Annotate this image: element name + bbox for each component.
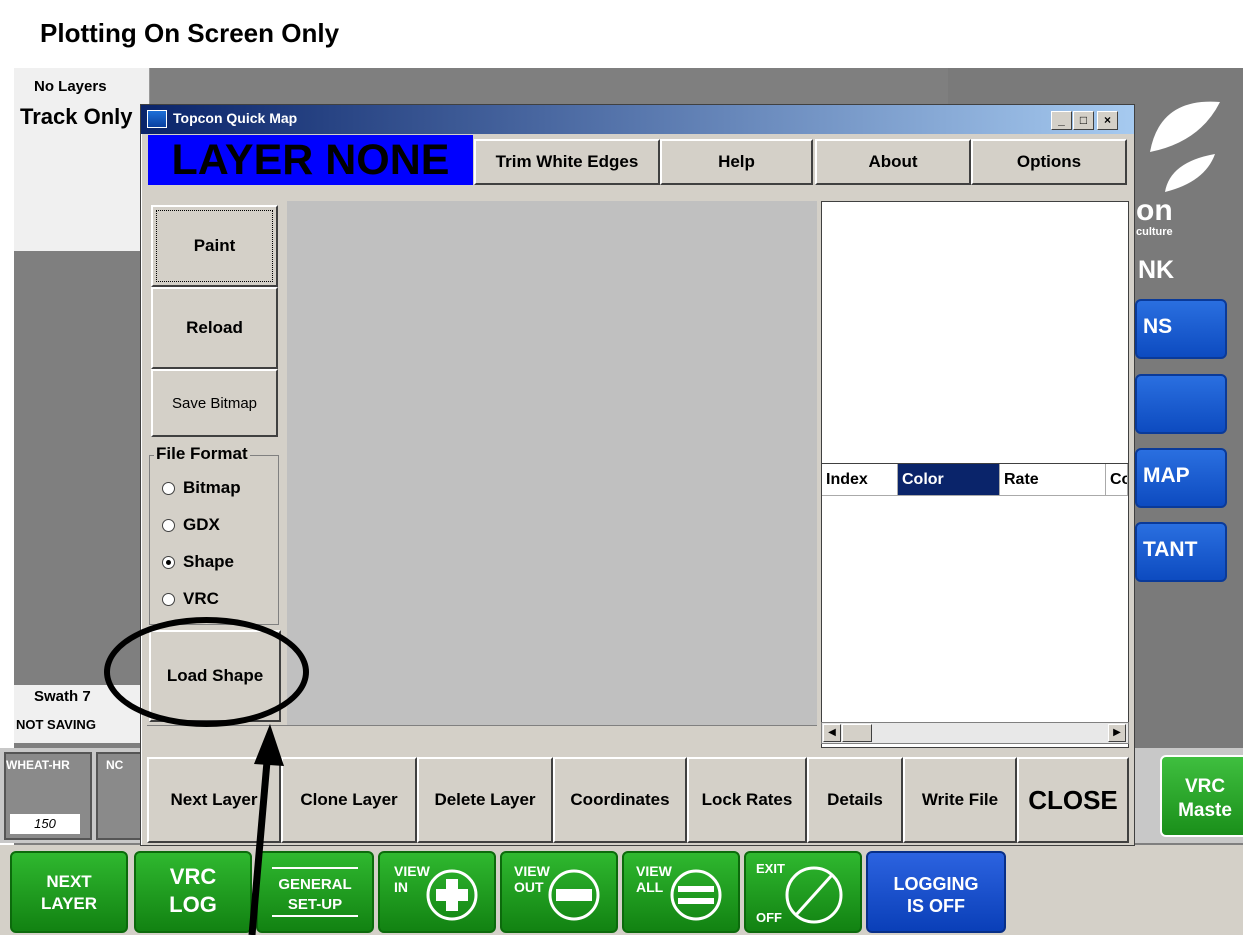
view-all-line2: ALL	[636, 879, 664, 895]
column-header-color[interactable]: Color	[898, 464, 1000, 496]
rates-table[interactable]: Index Color Rate Co	[821, 463, 1129, 748]
track-only-label: Track Only	[20, 104, 133, 129]
exit-line1: EXIT	[756, 861, 785, 876]
coordinates-button[interactable]: Coordinates	[553, 757, 687, 843]
column-header-rate[interactable]: Rate	[1000, 464, 1106, 496]
side-button-2[interactable]	[1135, 374, 1227, 434]
page-title: Plotting On Screen Only	[40, 18, 340, 48]
product-tile[interactable]: NC	[96, 752, 146, 840]
view-out-line1: VIEW	[514, 863, 550, 879]
logging-button[interactable]: LOGGING IS OFF	[866, 851, 1006, 933]
write-file-button[interactable]: Write File	[903, 757, 1017, 843]
about-button[interactable]: About	[815, 139, 971, 185]
logo-leaf-icon	[1150, 101, 1220, 192]
radio-button-icon	[162, 518, 175, 532]
radio-vrc[interactable]: VRC	[162, 589, 219, 609]
view-all-icon	[670, 869, 722, 921]
minimize-icon[interactable]: _	[1051, 111, 1072, 130]
delete-layer-button[interactable]: Delete Layer	[417, 757, 553, 843]
radio-shape[interactable]: Shape	[162, 552, 234, 572]
layer-info-panel	[14, 68, 150, 251]
exit-line2: OFF	[756, 910, 782, 925]
file-format-legend: File Format	[154, 444, 250, 464]
no-layers-label: No Layers	[34, 78, 107, 95]
logging-line2: IS OFF	[907, 896, 965, 916]
zoom-out-icon	[548, 869, 600, 921]
saving-status: NOT SAVING	[16, 717, 96, 732]
exit-button[interactable]: EXIT OFF	[744, 851, 862, 933]
map-canvas[interactable]	[287, 201, 817, 739]
logging-line1: LOGGING	[893, 874, 979, 894]
radio-button-icon	[162, 592, 175, 606]
vrc-master-line2: Maste	[1178, 800, 1232, 821]
app-icon	[147, 110, 167, 128]
table-scrollbar[interactable]: ◀ ▶	[821, 722, 1129, 744]
view-all-line1: VIEW	[636, 863, 672, 879]
paint-button[interactable]: Paint	[151, 205, 278, 287]
view-all-button[interactable]: VIEW ALL	[622, 851, 740, 933]
options-button[interactable]: Options	[971, 139, 1127, 185]
side-button-1[interactable]: NS	[1135, 299, 1227, 359]
view-in-button[interactable]: VIEW IN	[378, 851, 496, 933]
file-format-group: File Format Bitmap GDX Shape VRC	[149, 444, 279, 625]
annotation-circle	[104, 617, 309, 727]
close-icon[interactable]: ×	[1097, 111, 1118, 130]
power-off-icon	[785, 866, 843, 924]
logo-subtext: culture	[1136, 226, 1173, 238]
next-layer-line1: NEXT	[46, 872, 92, 891]
product-tile-label: WHEAT-HR	[6, 758, 70, 772]
view-out-button[interactable]: VIEW OUT	[500, 851, 618, 933]
lock-rates-button[interactable]: Lock Rates	[687, 757, 807, 843]
trim-white-edges-button[interactable]: Trim White Edges	[474, 139, 660, 185]
view-out-line2: OUT	[514, 879, 544, 895]
product-tile[interactable]: WHEAT-HR 150	[4, 752, 92, 840]
product-tile-value: 150	[10, 814, 80, 834]
reload-button[interactable]: Reload	[151, 287, 278, 369]
radio-bitmap[interactable]: Bitmap	[162, 478, 241, 498]
scroll-thumb[interactable]	[842, 724, 872, 742]
save-bitmap-button[interactable]: Save Bitmap	[151, 369, 278, 437]
next-layer-button[interactable]: NEXT LAYER	[10, 851, 128, 933]
scroll-left-icon[interactable]: ◀	[823, 724, 841, 742]
scroll-right-icon[interactable]: ▶	[1108, 724, 1126, 742]
logo-text: on	[1136, 194, 1173, 227]
zoom-in-icon	[426, 869, 478, 921]
details-button[interactable]: Details	[807, 757, 903, 843]
column-header-co[interactable]: Co	[1106, 464, 1128, 496]
help-button[interactable]: Help	[660, 139, 813, 185]
radio-button-icon	[162, 481, 175, 495]
vrc-master-button[interactable]: VRC Maste	[1160, 755, 1243, 837]
maximize-icon[interactable]: □	[1073, 111, 1094, 130]
radio-button-selected-icon	[162, 555, 175, 569]
side-button-constant[interactable]: TANT	[1135, 522, 1227, 582]
swath-label: Swath 7	[34, 688, 91, 705]
side-button-map[interactable]: MAP	[1135, 448, 1227, 508]
close-dialog-button[interactable]: CLOSE	[1017, 757, 1129, 843]
logo-brand: NK	[1138, 256, 1175, 284]
vrc-master-line1: VRC	[1184, 776, 1226, 797]
layer-banner: LAYER NONE	[148, 135, 473, 185]
radio-gdx[interactable]: GDX	[162, 515, 220, 535]
window-title: Topcon Quick Map	[173, 110, 298, 126]
window-titlebar[interactable]: Topcon Quick Map _ □ ×	[141, 105, 1134, 134]
preview-pane	[821, 201, 1129, 465]
column-header-index[interactable]: Index	[822, 464, 898, 496]
next-layer-line2: LAYER	[40, 894, 98, 913]
annotation-arrow-icon	[248, 724, 284, 935]
product-tile-label: NC	[106, 758, 124, 772]
